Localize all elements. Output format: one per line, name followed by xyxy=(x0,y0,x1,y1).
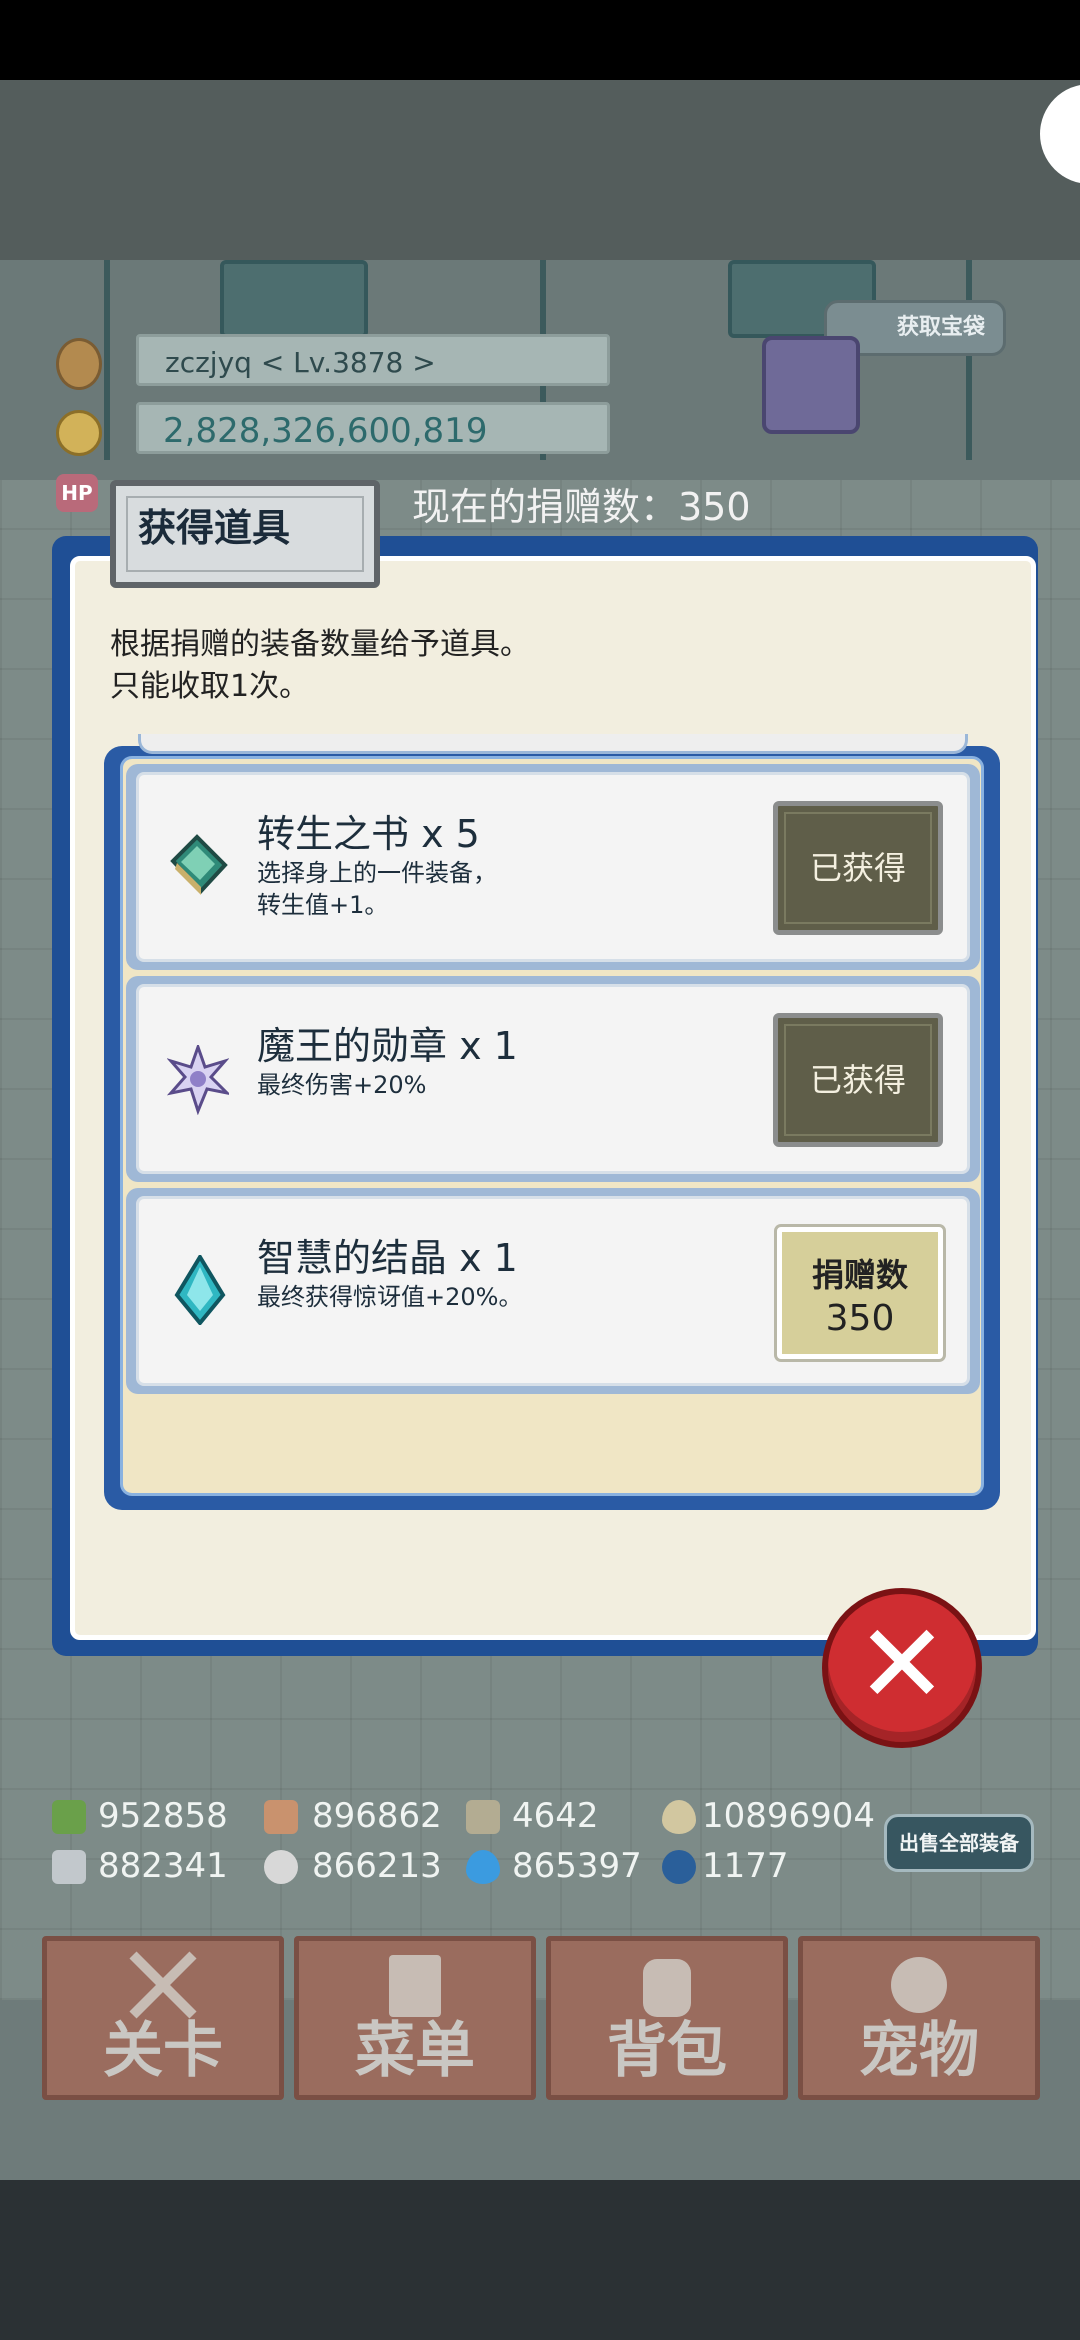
reward-item-name: 魔王的勋章 x 1 xyxy=(257,1024,518,1068)
obtained-status-button: 已获得 xyxy=(773,1013,943,1147)
orb-icon xyxy=(662,1850,696,1884)
reward-item-body: 转生之书 x 5 选择身上的一件装备， 转生值+1。 已获得 xyxy=(136,772,970,962)
system-navigation-bar xyxy=(0,2180,1080,2340)
scene-ceiling xyxy=(0,80,1080,260)
book-icon xyxy=(170,834,228,895)
resource-count: 882341 xyxy=(98,1846,228,1886)
reward-item-body: 智慧的结晶 x 1 最终获得惊讶值+20%。 捐赠数 350 xyxy=(136,1196,970,1386)
reward-item-description: 最终伤害+20% xyxy=(257,1071,427,1099)
donate-claim-requirement: 350 xyxy=(825,1298,895,1339)
resource-count: 866213 xyxy=(312,1846,442,1886)
water-drop-icon xyxy=(466,1850,500,1884)
donate-claim-button[interactable]: 捐赠数 350 xyxy=(777,1227,943,1359)
gold-coin-icon xyxy=(56,410,102,456)
reward-item: 魔王的勋章 x 1 最终伤害+20% 已获得 xyxy=(126,976,980,1182)
stone-icon xyxy=(264,1850,298,1884)
player-name-level: zczjyq < Lv.3878 > xyxy=(136,334,610,386)
sell-all-equipment-button[interactable]: 出售全部装备 xyxy=(884,1814,1034,1872)
dialog-title-tab: 获得道具 xyxy=(110,480,380,588)
resource-count: 1177 xyxy=(702,1846,789,1886)
lamp-post-decoration xyxy=(966,260,972,460)
drop-icon xyxy=(662,1800,696,1834)
obtained-status-button: 已获得 xyxy=(773,801,943,935)
reward-item-description: 转生值+1。 xyxy=(257,891,389,919)
resource-count: 10896904 xyxy=(702,1796,876,1836)
gift-box-icon[interactable] xyxy=(762,336,860,434)
reward-item-body: 魔王的勋章 x 1 最终伤害+20% 已获得 xyxy=(136,984,970,1174)
herb-icon xyxy=(52,1800,86,1834)
reward-item-description: 选择身上的一件装备， xyxy=(257,859,497,887)
dialog-description-line: 根据捐赠的装备数量给予道具。 xyxy=(110,627,530,662)
bench-decoration xyxy=(220,260,368,338)
current-donation-count: 现在的捐赠数：350 xyxy=(412,485,751,529)
snowflake-medal-icon xyxy=(167,1045,229,1115)
dialog-title: 获得道具 xyxy=(138,506,291,550)
donate-claim-label: 捐赠数 xyxy=(811,1256,908,1294)
bandage-icon xyxy=(264,1800,298,1834)
reward-item: 智慧的结晶 x 1 最终获得惊讶值+20%。 捐赠数 350 xyxy=(126,1188,980,1394)
scroll-icon xyxy=(466,1800,500,1834)
list-item-partial xyxy=(138,734,968,754)
reward-item-name: 转生之书 x 5 xyxy=(257,812,480,856)
nav-pet-button[interactable]: 宠物 xyxy=(798,1936,1040,2100)
crystal-icon xyxy=(174,1255,226,1325)
nav-label: 背包 xyxy=(607,2016,727,2086)
resource-count: 4642 xyxy=(512,1796,599,1836)
hp-heart-icon: HP xyxy=(56,474,98,512)
nav-menu-button[interactable]: 菜单 xyxy=(294,1936,536,2100)
resource-count: 952858 xyxy=(98,1796,228,1836)
lamp-post-decoration xyxy=(104,260,110,460)
player-gold: 2,828,326,600,819 xyxy=(136,402,610,454)
player-avatar-icon xyxy=(56,338,102,390)
reward-item-description: 最终获得惊讶值+20%。 xyxy=(257,1283,523,1311)
nav-label: 宠物 xyxy=(859,2016,979,2086)
dialog-description-line: 只能收取1次。 xyxy=(110,669,310,704)
reward-item-name: 智慧的结晶 x 1 xyxy=(257,1236,518,1280)
nav-label: 菜单 xyxy=(355,2016,475,2086)
dialog-description: 根据捐赠的装备数量给予道具。 只能收取1次。 xyxy=(110,624,530,708)
nav-label: 关卡 xyxy=(103,2016,223,2086)
resource-count: 896862 xyxy=(312,1796,442,1836)
close-icon: ✕ xyxy=(855,1600,949,1728)
nav-stage-button[interactable]: 关卡 xyxy=(42,1936,284,2100)
nav-bag-button[interactable]: 背包 xyxy=(546,1936,788,2100)
reward-item: 转生之书 x 5 选择身上的一件装备， 转生值+1。 已获得 xyxy=(126,764,980,970)
metal-bar-icon xyxy=(52,1850,86,1884)
status-bar xyxy=(0,0,1080,80)
resource-count: 865397 xyxy=(512,1846,642,1886)
close-dialog-button[interactable]: ✕ xyxy=(822,1588,982,1748)
